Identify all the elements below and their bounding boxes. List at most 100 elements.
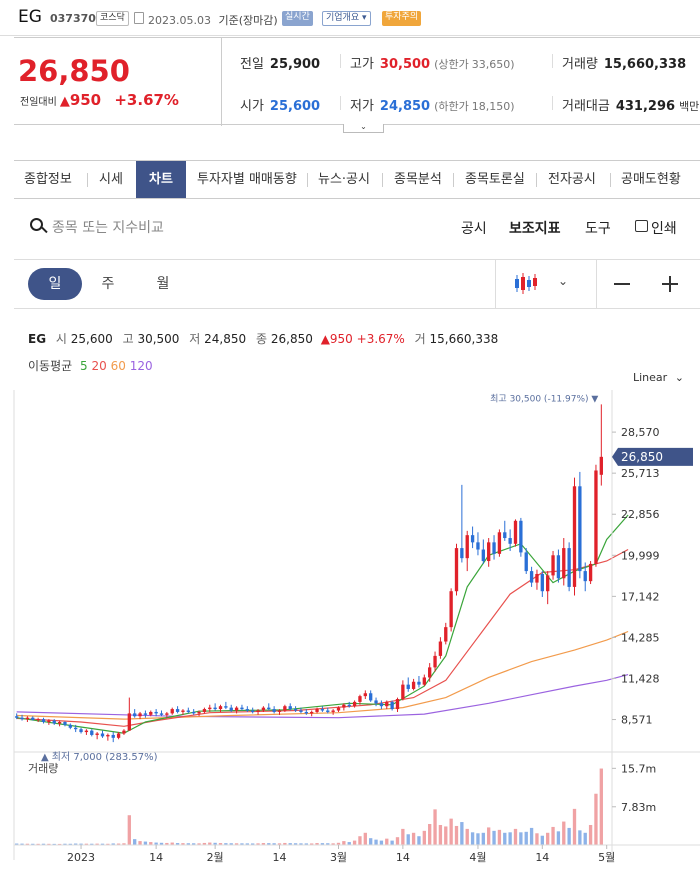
volume-bar xyxy=(428,824,432,845)
chart-type-dropdown[interactable]: ⌄ xyxy=(558,274,568,288)
volume-bar xyxy=(524,831,528,845)
candle-body xyxy=(79,729,83,733)
candle-body xyxy=(122,730,126,734)
candle-body xyxy=(95,733,99,735)
candle-body xyxy=(106,734,110,737)
volume-bar xyxy=(369,838,373,845)
candle-body xyxy=(390,701,394,710)
candle-body xyxy=(535,573,539,583)
scale-dropdown[interactable]: Linear ⌄ xyxy=(633,371,684,384)
period-monthly[interactable]: 월 xyxy=(136,268,190,300)
ma120-label: 120 xyxy=(129,359,153,373)
candle-body xyxy=(100,733,105,737)
volume-bar xyxy=(583,832,587,845)
y-tick-label: 22,856 xyxy=(621,508,660,521)
volume-bar xyxy=(379,840,384,845)
x-tick-label: 3월 xyxy=(330,851,347,864)
tab-quotes[interactable]: 시세 xyxy=(99,161,123,198)
ma20-label: 20 xyxy=(91,359,107,373)
price-change: 전일대비 ▲950 +3.67% xyxy=(20,91,179,109)
candle-body xyxy=(192,711,196,714)
candle-body xyxy=(342,704,346,708)
volume-bar xyxy=(476,833,480,845)
price-chart[interactable]: 28,570 25,713 22,856 19,999 17,142 14,285 11,4… xyxy=(0,390,700,887)
candle-body xyxy=(31,717,35,720)
candle-body xyxy=(36,719,40,721)
candle-body xyxy=(57,722,62,724)
stock-nav-tabs: 종합정보 시세 차트 투자자별 매매동향 뉴스·공시 종목분석 종목토론실 전자… xyxy=(14,160,700,199)
print-button[interactable]: 인쇄 xyxy=(633,218,677,238)
prev-close: 전일 25,900 xyxy=(240,57,321,72)
volume-bar xyxy=(401,828,405,845)
collapse-toggle-button[interactable]: ⌄ xyxy=(343,123,384,133)
price-date: 2023.05.03 기준(장마감) xyxy=(148,14,278,27)
tab-news[interactable]: 뉴스·공시 xyxy=(318,161,370,198)
candle-body xyxy=(572,486,577,587)
candle-body xyxy=(336,707,341,711)
market-badge: 코스닥 xyxy=(96,11,129,26)
compare-search-input[interactable]: 종목 또는 지수비교 xyxy=(28,215,164,236)
candle-body xyxy=(240,707,244,710)
tools-button[interactable]: 도구 xyxy=(585,218,611,238)
candle-body xyxy=(111,734,115,738)
tab-forum[interactable]: 종목토론실 xyxy=(465,161,525,198)
volume-bar xyxy=(465,828,469,845)
candle-body xyxy=(315,709,319,712)
disclosure-button[interactable]: 공시 xyxy=(461,218,487,238)
low-price: 저가 24,850 (하한가 18,150) xyxy=(350,99,515,114)
tab-chart[interactable]: 차트 xyxy=(136,161,186,198)
candle-body xyxy=(127,713,131,731)
candle-body xyxy=(567,548,571,587)
volume-bar xyxy=(438,824,443,845)
candle-body xyxy=(116,733,121,738)
volume-bar xyxy=(127,815,131,845)
candle-body xyxy=(143,713,148,715)
search-placeholder: 종목 또는 지수비교 xyxy=(52,220,164,236)
volume-bar xyxy=(363,832,367,845)
candle-body xyxy=(25,717,30,720)
period-weekly[interactable]: 주 xyxy=(81,268,135,300)
tab-disclosure[interactable]: 전자공시 xyxy=(548,161,596,198)
tab-short-selling[interactable]: 공매도현황 xyxy=(621,161,681,198)
volume-bar xyxy=(497,829,502,845)
current-price-label: 26,850 xyxy=(621,450,663,464)
candle-body xyxy=(352,701,357,707)
tab-investor-trading[interactable]: 투자자별 매매동향 xyxy=(197,161,297,198)
x-tick-label: 2월 xyxy=(207,851,224,864)
candle-body xyxy=(465,535,469,559)
candle-body xyxy=(326,710,330,712)
candle-body xyxy=(417,681,421,685)
volume-bar xyxy=(546,832,550,845)
candle-body xyxy=(47,720,51,723)
volume-bar xyxy=(481,832,485,845)
zoom-in-button[interactable] xyxy=(662,276,678,292)
tab-overview[interactable]: 종합정보 xyxy=(24,161,72,198)
company-overview-dropdown[interactable]: 기업개요 ▾ xyxy=(322,11,371,26)
investment-warning-badge: 투자주의 xyxy=(382,11,422,26)
candle-body xyxy=(508,538,512,544)
candle-body xyxy=(599,456,603,475)
y-tick-label: 19,999 xyxy=(621,549,660,562)
ma5-label: 5 xyxy=(80,359,88,373)
candle-body xyxy=(213,707,217,710)
candle-body xyxy=(546,575,550,592)
candle-body xyxy=(422,677,426,685)
candle-body xyxy=(267,707,271,710)
volume-bar xyxy=(508,832,512,845)
tab-analysis[interactable]: 종목분석 xyxy=(394,161,442,198)
volume-bar xyxy=(449,818,453,845)
period-daily[interactable]: 일 xyxy=(28,268,82,300)
candle-body xyxy=(68,724,72,728)
chart-type-button[interactable] xyxy=(511,270,541,298)
x-tick-label: 14 xyxy=(535,851,549,864)
candle-body xyxy=(229,707,233,711)
volume-bar xyxy=(138,841,142,845)
candle-body xyxy=(175,709,180,712)
realtime-button[interactable]: 실시간 xyxy=(282,11,313,26)
candle-body xyxy=(476,542,480,550)
candle-body xyxy=(551,555,555,576)
indicators-button[interactable]: 보조지표 xyxy=(509,218,561,238)
zoom-out-button[interactable] xyxy=(614,283,630,285)
candle-body xyxy=(154,711,158,714)
candle-body xyxy=(594,470,598,564)
